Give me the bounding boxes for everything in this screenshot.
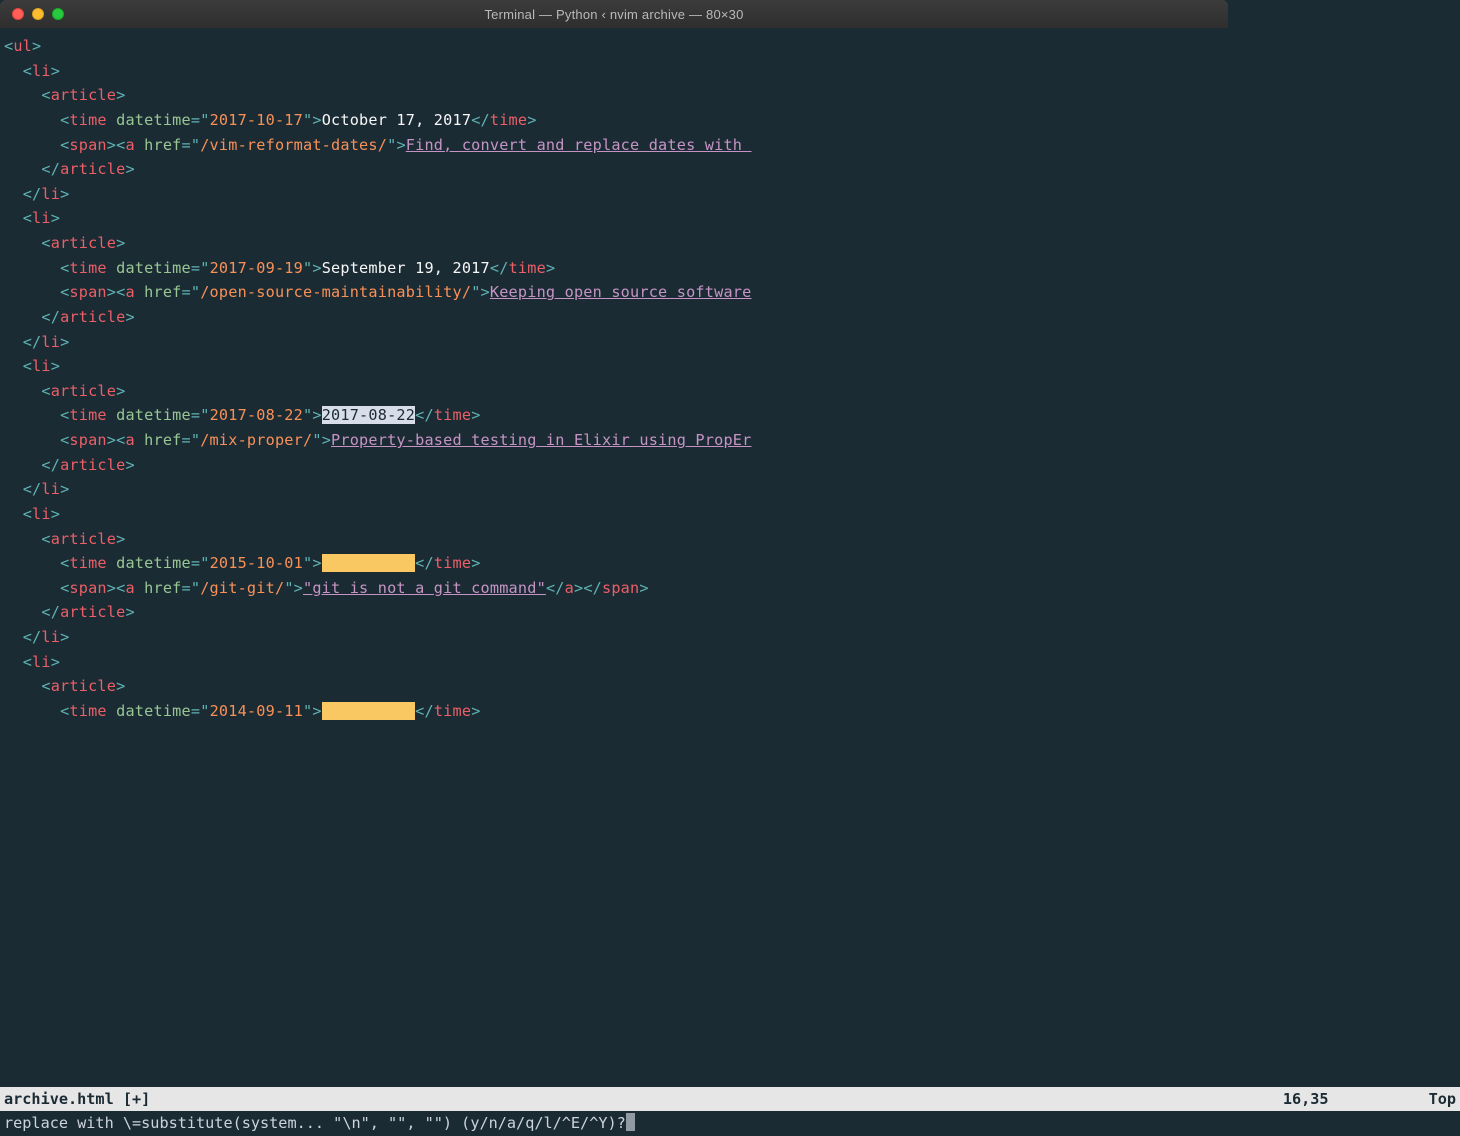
code-line[interactable]: <time datetime="2017-09-19">September 19…: [4, 256, 1224, 281]
window-title: Terminal — Python ‹ nvim archive — 80×30: [484, 7, 743, 22]
status-view: Top: [1429, 1087, 1456, 1112]
minimize-icon[interactable]: [32, 8, 44, 20]
code-line[interactable]: <li>: [4, 59, 1224, 84]
code-line[interactable]: </li>: [4, 625, 1224, 650]
code-line[interactable]: </article>: [4, 600, 1224, 625]
window-titlebar: Terminal — Python ‹ nvim archive — 80×30: [0, 0, 1228, 28]
code-line[interactable]: <article>: [4, 527, 1224, 552]
cursor-icon: [626, 1113, 635, 1131]
code-line[interactable]: <li>: [4, 502, 1224, 527]
code-line[interactable]: </li>: [4, 182, 1224, 207]
code-line[interactable]: <span><a href="/mix-proper/">Property-ba…: [4, 428, 1224, 453]
code-line[interactable]: <article>: [4, 674, 1224, 699]
zoom-icon[interactable]: [52, 8, 64, 20]
status-line: archive.html [+] 16,35 Top: [0, 1087, 1460, 1112]
code-line[interactable]: </li>: [4, 330, 1224, 355]
command-line[interactable]: replace with \=substitute(system... "\n"…: [0, 1111, 1460, 1136]
code-line[interactable]: <li>: [4, 206, 1224, 231]
close-icon[interactable]: [12, 8, 24, 20]
code-line[interactable]: <time datetime="2017-08-22">2017-08-22</…: [4, 403, 1224, 428]
code-line[interactable]: </li>: [4, 477, 1224, 502]
status-filename: archive.html [+]: [4, 1087, 150, 1112]
status-position: 16,35: [1283, 1087, 1329, 1112]
code-line[interactable]: <time datetime="2015-10-01">2015-10-01</…: [4, 551, 1224, 576]
code-line[interactable]: <article>: [4, 379, 1224, 404]
code-line[interactable]: <time datetime="2017-10-17">October 17, …: [4, 108, 1224, 133]
traffic-lights: [12, 8, 64, 20]
code-line[interactable]: <span><a href="/vim-reformat-dates/">Fin…: [4, 133, 1224, 158]
code-line[interactable]: <ul>: [4, 34, 1224, 59]
code-line[interactable]: </article>: [4, 453, 1224, 478]
editor-viewport[interactable]: <ul> <li> <article> <time datetime="2017…: [0, 28, 1228, 724]
code-line[interactable]: <li>: [4, 650, 1224, 675]
code-line[interactable]: <time datetime="2014-09-11">2014-09-11</…: [4, 699, 1224, 724]
code-line[interactable]: <article>: [4, 231, 1224, 256]
code-line[interactable]: <li>: [4, 354, 1224, 379]
code-line[interactable]: </article>: [4, 157, 1224, 182]
code-line[interactable]: <article>: [4, 83, 1224, 108]
code-line[interactable]: </article>: [4, 305, 1224, 330]
code-line[interactable]: <span><a href="/open-source-maintainabil…: [4, 280, 1224, 305]
code-line[interactable]: <span><a href="/git-git/">"git is not a …: [4, 576, 1224, 601]
